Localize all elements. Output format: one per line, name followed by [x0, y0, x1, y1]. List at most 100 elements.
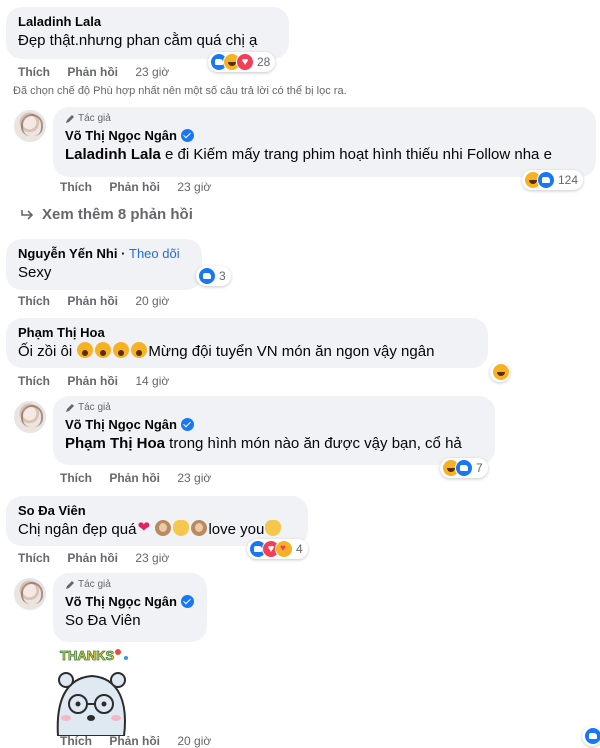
- comment-bubble-3: Phạm Thị Hoa Ối zồi ôi Mừng đội tuyển VN…: [6, 318, 488, 368]
- scream-emoji-icon: [113, 342, 130, 358]
- comment-author[interactable]: Nguyễn Yến Nhi: [18, 246, 117, 261]
- comment-text: Ối zồi ôi Mừng đội tuyển VN món ăn ngon …: [18, 342, 476, 362]
- avatar[interactable]: [14, 578, 46, 610]
- comment-text: Phạm Thị Hoa trong hình món nào ăn được …: [65, 434, 483, 454]
- see-more-replies[interactable]: Xem thêm 8 phản hồi: [20, 206, 193, 223]
- comment-author-row: Nguyễn Yến Nhi · Theo dõi: [18, 246, 180, 261]
- like-button[interactable]: Thích: [60, 734, 92, 748]
- thanks-sticker[interactable]: THANKS: [48, 644, 134, 736]
- comment-actions: Thích Phản hồi 20 giờ: [60, 734, 211, 748]
- see-more-label: Xem thêm 8 phản hồi: [42, 206, 193, 223]
- comment-author[interactable]: Võ Thị Ngọc Ngân: [65, 594, 177, 609]
- like-button[interactable]: Thích: [60, 180, 92, 194]
- comment-author[interactable]: Võ Thị Ngọc Ngân: [65, 128, 177, 143]
- comment-time[interactable]: 20 giờ: [177, 734, 211, 748]
- reply-author-row: Võ Thị Ngọc Ngân: [65, 127, 584, 144]
- like-reaction-icon: [198, 267, 216, 285]
- reply-button[interactable]: Phản hồi: [67, 65, 118, 79]
- author-badge-label: Tác giả: [78, 113, 111, 124]
- comment-text-body: e đi Kiếm mấy trang phim hoạt hình thiếu…: [160, 146, 552, 163]
- reaction-count: 3: [219, 269, 226, 283]
- avatar[interactable]: [14, 110, 46, 142]
- author-badge: Tác giả: [65, 402, 483, 414]
- comment-author[interactable]: Laladinh Lala: [18, 13, 277, 30]
- like-reaction-icon: [455, 459, 473, 477]
- like-button[interactable]: Thích: [60, 471, 92, 485]
- comment-time[interactable]: 23 giờ: [135, 551, 169, 565]
- comment-actions: Thích Phản hồi 23 giờ: [60, 180, 211, 194]
- comment-time[interactable]: 14 giờ: [135, 374, 169, 388]
- reply-button[interactable]: Phản hồi: [67, 294, 118, 308]
- like-reaction-icon: [537, 171, 555, 189]
- reply-author-row: Võ Thị Ngọc Ngân: [65, 416, 483, 433]
- comment-author[interactable]: So Đa Viên: [18, 502, 296, 519]
- like-button[interactable]: Thích: [18, 551, 50, 565]
- palms-up-emoji-icon: [265, 520, 282, 536]
- comment-author[interactable]: Phạm Thị Hoa: [18, 324, 476, 341]
- pen-icon: [66, 404, 74, 412]
- like-button[interactable]: Thích: [18, 65, 50, 79]
- heart-emoji-icon: [137, 518, 153, 538]
- comment-actions: Thích Phản hồi 20 giờ: [18, 294, 169, 308]
- sticker-blush: [111, 715, 121, 721]
- reaction-summary[interactable]: [582, 726, 600, 746]
- reply-button[interactable]: Phản hồi: [109, 471, 160, 485]
- like-button[interactable]: Thích: [18, 294, 50, 308]
- avatar[interactable]: [14, 401, 46, 433]
- comment-text: Chị ngân đẹp quá love you: [18, 518, 296, 540]
- comment-time[interactable]: 20 giờ: [135, 294, 169, 308]
- comment-text-body: trong hình món nào ăn được vậy bạn, cổ h…: [165, 435, 462, 452]
- haha-reaction-icon: [492, 363, 510, 381]
- reaction-count: 124: [558, 173, 579, 187]
- sticker-text: THANKS: [60, 648, 114, 663]
- scream-emoji-icon: [77, 342, 94, 358]
- reaction-summary[interactable]: 4: [247, 539, 308, 559]
- mention-link[interactable]: Phạm Thị Hoa: [65, 435, 165, 452]
- reply-bubble-1: Tác giả Võ Thị Ngọc Ngân Laladinh Lala e…: [53, 107, 596, 177]
- reaction-summary[interactable]: 124: [522, 170, 584, 190]
- scream-emoji-icon: [95, 342, 112, 358]
- reply-button[interactable]: Phản hồi: [67, 374, 118, 388]
- reaction-summary[interactable]: [490, 362, 510, 382]
- comment-actions: Thích Phản hồi 23 giờ: [18, 65, 169, 79]
- sticker-bear-ear: [110, 672, 126, 688]
- comment-text: Laladinh Lala e đi Kiếm mấy trang phim h…: [65, 145, 584, 165]
- filter-note: Đã chọn chế độ Phù hợp nhất nên một số c…: [13, 85, 347, 97]
- reaction-summary[interactable]: 28: [208, 52, 276, 72]
- comment-time[interactable]: 23 giờ: [177, 180, 211, 194]
- verified-icon: [180, 418, 194, 431]
- reply-author-row: Võ Thị Ngọc Ngân: [65, 593, 195, 610]
- reply-button[interactable]: Phản hồi: [67, 551, 118, 565]
- comment-actions: Thích Phản hồi 23 giờ: [60, 471, 211, 485]
- comment-text-end: love you: [208, 521, 265, 538]
- reaction-count: 4: [296, 542, 303, 556]
- sticker-dot: [115, 649, 121, 655]
- sticker-bear-ear: [58, 672, 74, 688]
- reply-button[interactable]: Phản hồi: [109, 180, 160, 194]
- mention-link[interactable]: So Đa Viên: [65, 612, 141, 629]
- mention-link[interactable]: Laladinh Lala: [65, 146, 161, 163]
- comment-author[interactable]: Võ Thị Ngọc Ngân: [65, 417, 177, 432]
- comment-actions: Thích Phản hồi 14 giờ: [18, 374, 169, 388]
- reply-arrow-icon: [21, 209, 34, 220]
- comment-time[interactable]: 23 giờ: [177, 471, 211, 485]
- comment-text: Đẹp thật.nhưng phan cằm quá chị ạ: [18, 32, 258, 49]
- sticker-blush: [61, 715, 71, 721]
- reaction-summary[interactable]: 7: [440, 458, 488, 478]
- care-reaction-icon: [275, 540, 293, 558]
- pen-icon: [66, 581, 74, 589]
- author-badge: Tác giả: [65, 113, 584, 125]
- reply-button[interactable]: Phản hồi: [109, 734, 160, 748]
- follow-link[interactable]: Theo dõi: [129, 246, 180, 261]
- comment-text-start: Chị ngân đẹp quá: [18, 521, 137, 538]
- comment-text: Sexy: [18, 264, 52, 281]
- reaction-summary[interactable]: 3: [196, 266, 231, 286]
- comment-time[interactable]: 23 giờ: [135, 65, 169, 79]
- verified-icon: [180, 129, 194, 142]
- sticker-dot: [124, 656, 128, 660]
- comment-actions: Thích Phản hồi 23 giờ: [18, 551, 169, 565]
- like-button[interactable]: Thích: [18, 374, 50, 388]
- comment-text: So Đa Viên: [65, 611, 195, 631]
- reply-bubble-2: Tác giả Võ Thị Ngọc Ngân Phạm Thị Hoa tr…: [53, 396, 495, 465]
- author-badge-label: Tác giả: [78, 402, 111, 413]
